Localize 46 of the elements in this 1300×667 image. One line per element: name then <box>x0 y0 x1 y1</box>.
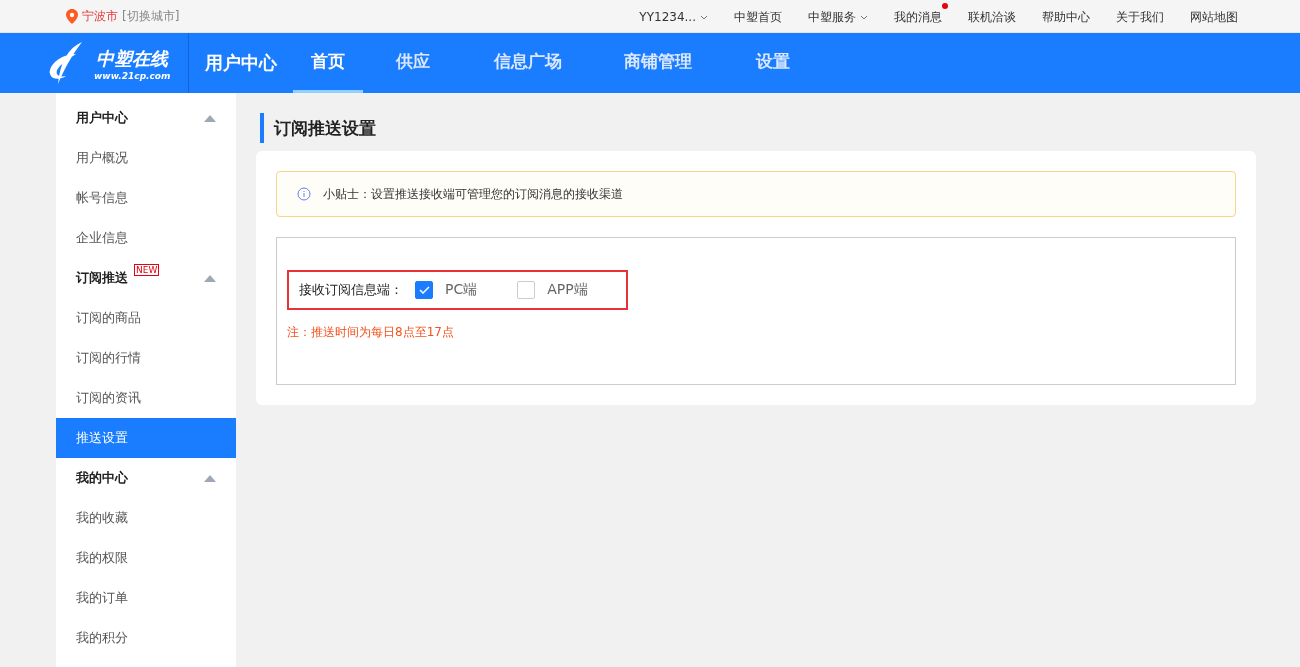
triangle-up-icon[interactable] <box>204 274 216 282</box>
top-link[interactable]: 中塑首页 <box>734 2 788 30</box>
sidebar-item[interactable]: 推送设置 <box>56 418 236 458</box>
top-link[interactable]: 中塑服务 <box>808 2 874 30</box>
sidebar-item[interactable]: 我的积分 <box>56 618 236 658</box>
chevron-down-icon <box>860 14 868 20</box>
checkbox[interactable] <box>517 281 536 299</box>
sidebar-item[interactable]: 订阅的商品 <box>56 298 236 338</box>
top-link[interactable]: 帮助中心 <box>1042 2 1096 30</box>
sidebar-item[interactable]: 我的收藏 <box>56 498 236 538</box>
logo-name: 中塑在线 <box>96 47 168 71</box>
group-title[interactable]: 我的中心 <box>76 469 128 487</box>
group-title[interactable]: 订阅推送 <box>76 269 128 287</box>
top-link[interactable]: YY1234... <box>639 4 714 28</box>
nav-tab[interactable]: 首页 <box>293 33 363 93</box>
chevron-down-icon <box>700 14 708 20</box>
city-name: 宁波市 <box>82 7 118 25</box>
sidebar-item[interactable]: 帐号信息 <box>56 178 236 218</box>
notification-dot <box>942 2 948 9</box>
triangle-up-icon[interactable] <box>204 474 216 482</box>
page-title: 订阅推送设置 <box>260 113 1256 143</box>
section-title: 用户中心 <box>204 51 278 75</box>
logo-url: www.21cp.com <box>94 71 171 81</box>
checkmark-icon <box>418 286 430 294</box>
triangle-up-icon[interactable] <box>204 114 216 122</box>
sidebar-item[interactable]: 我的订单 <box>56 578 236 618</box>
top-link[interactable]: 我的消息 <box>894 2 948 30</box>
checkbox[interactable] <box>415 281 433 299</box>
group-title[interactable]: 用户中心 <box>76 109 128 127</box>
sidebar-item[interactable]: 订阅的行情 <box>56 338 236 378</box>
receive-option[interactable]: PC端 <box>415 281 478 299</box>
receive-label: 接收订阅信息端： <box>299 281 403 299</box>
sidebar-item[interactable]: 用户概况 <box>56 138 236 178</box>
top-link[interactable]: 网站地图 <box>1190 2 1244 30</box>
switch-city-link[interactable]: [切换城市] <box>122 7 180 25</box>
top-link[interactable]: 联机洽谈 <box>968 2 1022 30</box>
tip-text: 小贴士：设置推送接收端可管理您的订阅消息的接收渠道 <box>323 185 623 203</box>
top-link[interactable]: 关于我们 <box>1116 2 1170 30</box>
note-text: 注：推送时间为每日8点至17点 <box>287 324 455 341</box>
location-pin-icon <box>66 8 78 24</box>
info-icon <box>297 187 311 201</box>
receive-option[interactable]: APP端 <box>517 281 588 299</box>
new-badge: NEW <box>134 264 160 276</box>
sidebar-item[interactable]: 我的权限 <box>56 538 236 578</box>
sidebar-item[interactable]: 订阅的资讯 <box>56 378 236 418</box>
sidebar-item[interactable]: 企业信息 <box>56 218 236 258</box>
